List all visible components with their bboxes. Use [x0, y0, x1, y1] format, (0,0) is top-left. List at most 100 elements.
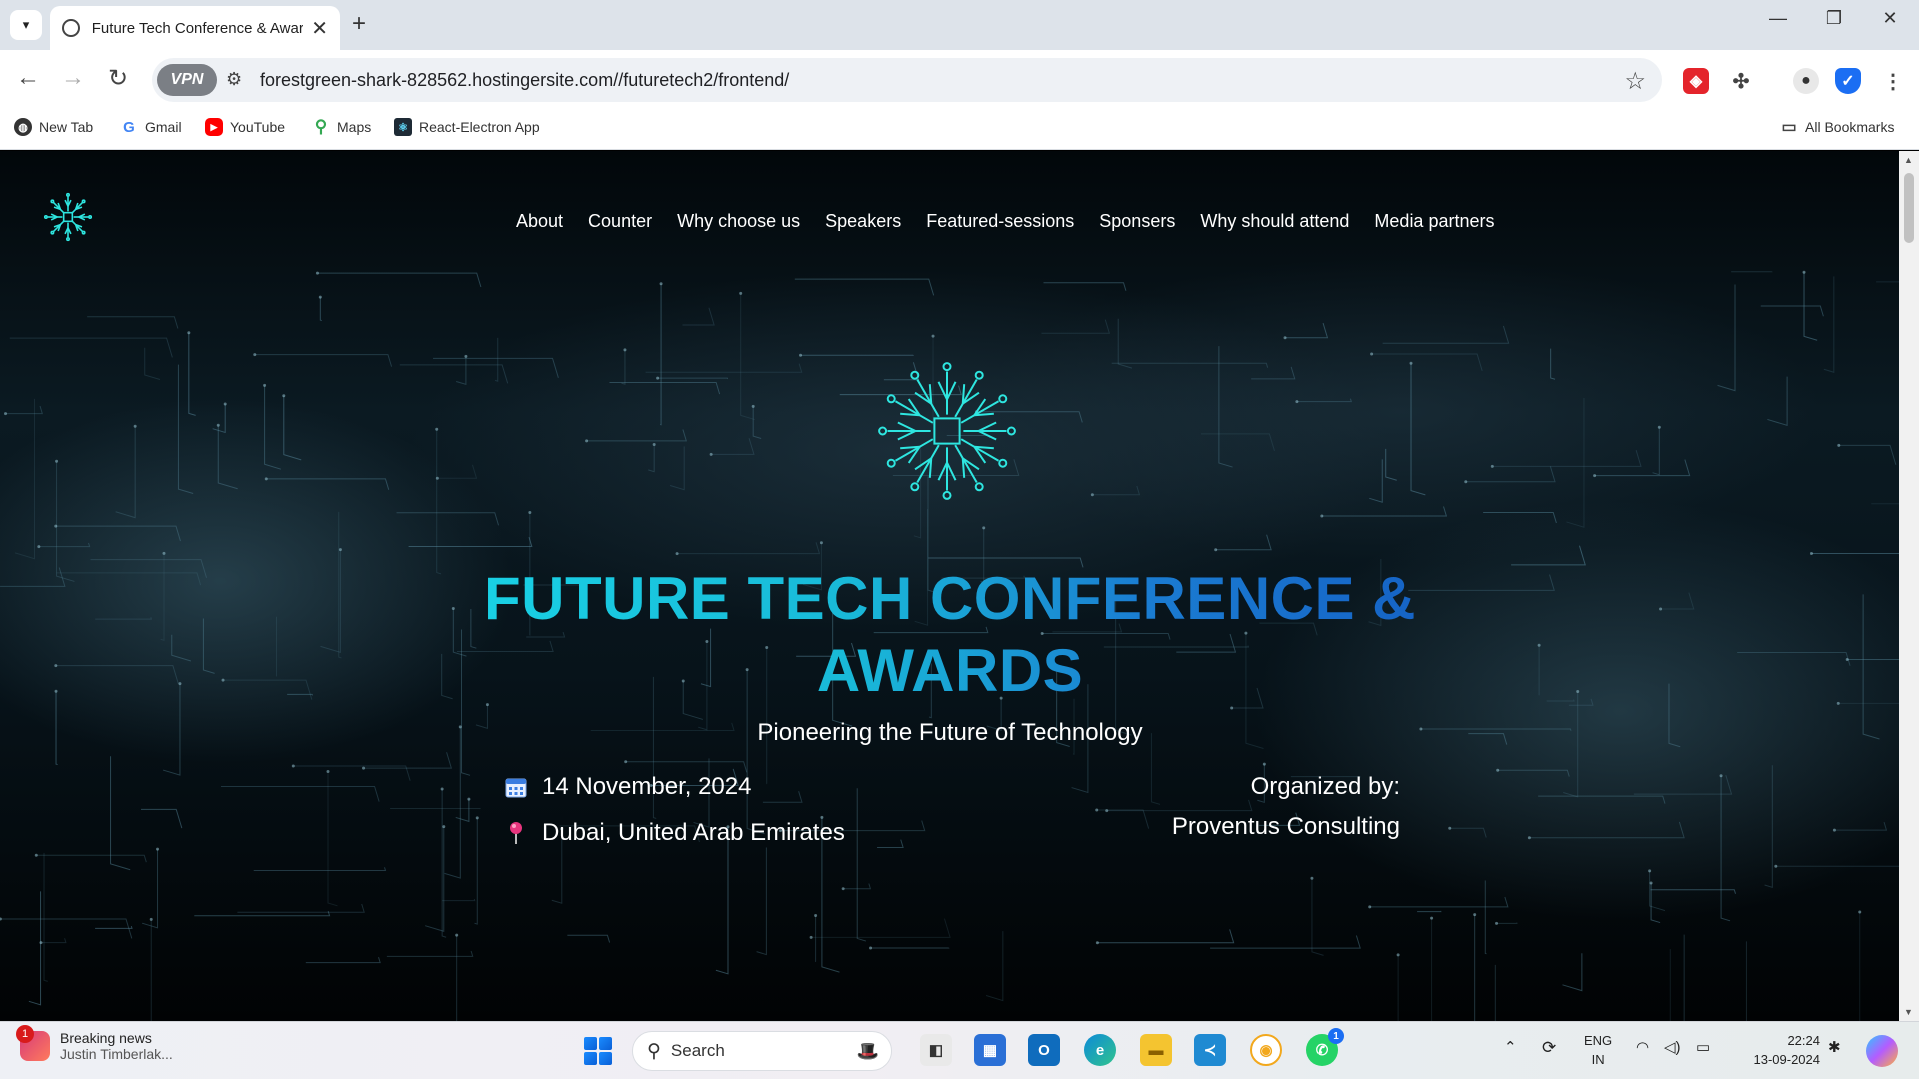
vscode-icon[interactable]: ≺: [1194, 1034, 1226, 1066]
bookmark-gmail[interactable]: G Gmail: [120, 118, 182, 136]
folder-icon: ▭: [1781, 119, 1797, 136]
page-viewport: About Counter Why choose us Speakers Fea…: [0, 151, 1899, 1021]
lang-region: IN: [1591, 1052, 1605, 1067]
chrome-browser-icon[interactable]: ◉: [1250, 1034, 1282, 1066]
hero-chip-logo: [878, 362, 1016, 500]
taskbar-search-placeholder: Search: [670, 1041, 725, 1060]
edge-icon[interactable]: e: [1084, 1034, 1116, 1066]
task-view-icon[interactable]: ◧: [920, 1034, 952, 1066]
nav-why-choose-us[interactable]: Why choose us: [677, 211, 800, 232]
event-date-text: 14 November, 2024: [542, 773, 752, 800]
bookmark-label: Gmail: [145, 119, 182, 135]
scrollbar-thumb[interactable]: [1904, 173, 1914, 243]
clock-date: 13-09-2024: [1753, 1052, 1821, 1067]
battery-icon[interactable]: ▭: [1696, 1038, 1710, 1056]
hero-title: FUTURE TECH CONFERENCE & AWARDS: [440, 563, 1460, 707]
taskbar-search[interactable]: ⚲ Search 🎩: [632, 1031, 892, 1071]
notifications-icon[interactable]: ✱: [1828, 1038, 1841, 1056]
nav-sponsers[interactable]: Sponsers: [1099, 211, 1175, 232]
menu-kebab-icon[interactable]: ⋮: [1880, 68, 1906, 94]
globe-icon: ◍: [14, 118, 32, 136]
reload-button[interactable]: ↻: [102, 64, 134, 93]
url-text[interactable]: forestgreen-shark-828562.hostingersite.c…: [260, 70, 789, 91]
google-icon: G: [120, 118, 138, 136]
forward-button[interactable]: →: [57, 64, 89, 92]
news-subtitle: Justin Timberlak...: [60, 1046, 173, 1062]
bookmark-youtube[interactable]: ▶ YouTube: [205, 118, 285, 136]
windows-taskbar: 1 Breaking news Justin Timberlak... ⚲ Se…: [0, 1021, 1919, 1079]
browser-toolbar: ← → ↻ VPN ⚙ forestgreen-shark-828562.hos…: [0, 50, 1919, 110]
address-bar[interactable]: VPN ⚙ forestgreen-shark-828562.hostinger…: [152, 58, 1662, 102]
new-tab-button[interactable]: +: [352, 10, 366, 38]
copilot-icon[interactable]: [1866, 1035, 1898, 1067]
site-nav: About Counter Why choose us Speakers Fea…: [516, 211, 1519, 232]
volume-icon[interactable]: ◁): [1664, 1038, 1681, 1056]
outlook-icon[interactable]: O: [1028, 1034, 1060, 1066]
extensions-puzzle-icon[interactable]: ✣: [1728, 68, 1754, 94]
whatsapp-icon[interactable]: ✆ 1: [1306, 1028, 1344, 1066]
news-badge: 1: [16, 1025, 34, 1043]
adblock-extension-icon[interactable]: ◈: [1683, 68, 1709, 94]
react-icon: ⚛: [394, 118, 412, 136]
file-explorer-icon[interactable]: ▬: [1140, 1034, 1172, 1066]
language-indicator[interactable]: ENG IN: [1584, 1031, 1612, 1069]
shield-extension-icon[interactable]: ✓: [1835, 68, 1861, 94]
nav-about[interactable]: About: [516, 211, 563, 232]
search-icon: ⚲: [647, 1040, 661, 1062]
news-icon: 1: [16, 1025, 50, 1061]
location-pin-icon: [504, 821, 528, 845]
tab-strip: ▾ Future Tech Conference & Awards ✕ + — …: [0, 0, 1919, 50]
bookmark-label: YouTube: [230, 119, 286, 135]
profile-avatar-icon[interactable]: ●: [1793, 68, 1819, 94]
store-icon[interactable]: ▦: [974, 1034, 1006, 1066]
tab-title: Future Tech Conference & Awards: [91, 19, 304, 37]
scroll-up-arrow[interactable]: ▲: [1904, 155, 1913, 165]
nav-why-should-attend[interactable]: Why should attend: [1200, 211, 1349, 232]
calendar-icon: [504, 775, 528, 799]
bookmark-label: Maps: [337, 119, 372, 135]
clock-time: 22:24: [1787, 1033, 1820, 1048]
sync-icon[interactable]: ⟳: [1542, 1038, 1556, 1058]
scroll-down-arrow[interactable]: ▼: [1904, 1007, 1913, 1017]
chevron-down-icon: ▾: [22, 17, 30, 32]
organizer-name: Proventus Consulting: [1171, 813, 1400, 840]
bookmark-maps[interactable]: ⚲ Maps: [312, 117, 372, 136]
bookmark-star-icon[interactable]: ☆: [1624, 67, 1646, 96]
news-widget[interactable]: 1 Breaking news Justin Timberlak...: [16, 1025, 173, 1062]
vpn-button[interactable]: VPN: [157, 64, 217, 96]
lang-code: ENG: [1584, 1033, 1613, 1048]
back-button[interactable]: ←: [12, 64, 44, 92]
hero-title-line1: FUTURE TECH CONFERENCE &: [483, 565, 1416, 632]
tab-search-button[interactable]: ▾: [10, 10, 42, 40]
bookmark-label: React-Electron App: [419, 119, 540, 135]
globe-icon: [62, 19, 80, 37]
bookmarks-bar: ◍ New Tab G Gmail ▶ YouTube ⚲ Maps ⚛ Rea…: [0, 110, 1919, 150]
clock[interactable]: 22:24 13-09-2024: [1740, 1031, 1821, 1069]
close-window-button[interactable]: ✕: [1870, 8, 1910, 29]
start-button[interactable]: [584, 1037, 612, 1065]
news-title: Breaking news: [60, 1030, 152, 1046]
bookmark-new-tab[interactable]: ◍ New Tab: [14, 118, 93, 136]
event-date: 14 November, 2024: [504, 773, 751, 801]
all-bookmarks-label: All Bookmarks: [1805, 119, 1895, 135]
wifi-icon[interactable]: ◠: [1636, 1038, 1649, 1056]
youtube-icon: ▶: [205, 118, 223, 136]
all-bookmarks-button[interactable]: ▭ All Bookmarks: [1780, 118, 1894, 136]
tab-active[interactable]: Future Tech Conference & Awards ✕: [50, 6, 340, 50]
restore-button[interactable]: ❐: [1814, 8, 1854, 29]
bookmark-react-electron[interactable]: ⚛ React-Electron App: [394, 118, 540, 136]
site-logo[interactable]: [42, 191, 94, 243]
hero-subtitle: Pioneering the Future of Technology: [757, 719, 1143, 746]
nav-counter[interactable]: Counter: [588, 211, 652, 232]
event-location: Dubai, United Arab Emirates: [504, 819, 845, 847]
nav-speakers[interactable]: Speakers: [825, 211, 901, 232]
tray-overflow-icon[interactable]: ⌃: [1504, 1038, 1517, 1056]
search-highlight-icon: 🎩: [856, 1040, 879, 1061]
close-tab-icon[interactable]: ✕: [311, 16, 328, 41]
nav-media-partners[interactable]: Media partners: [1374, 211, 1494, 232]
minimize-button[interactable]: —: [1758, 8, 1798, 29]
page-scrollbar[interactable]: ▲ ▼: [1899, 151, 1919, 1021]
site-info-icon[interactable]: ⚙: [226, 69, 242, 90]
nav-featured-sessions[interactable]: Featured-sessions: [926, 211, 1074, 232]
hero-title-line2: AWARDS: [816, 637, 1084, 704]
